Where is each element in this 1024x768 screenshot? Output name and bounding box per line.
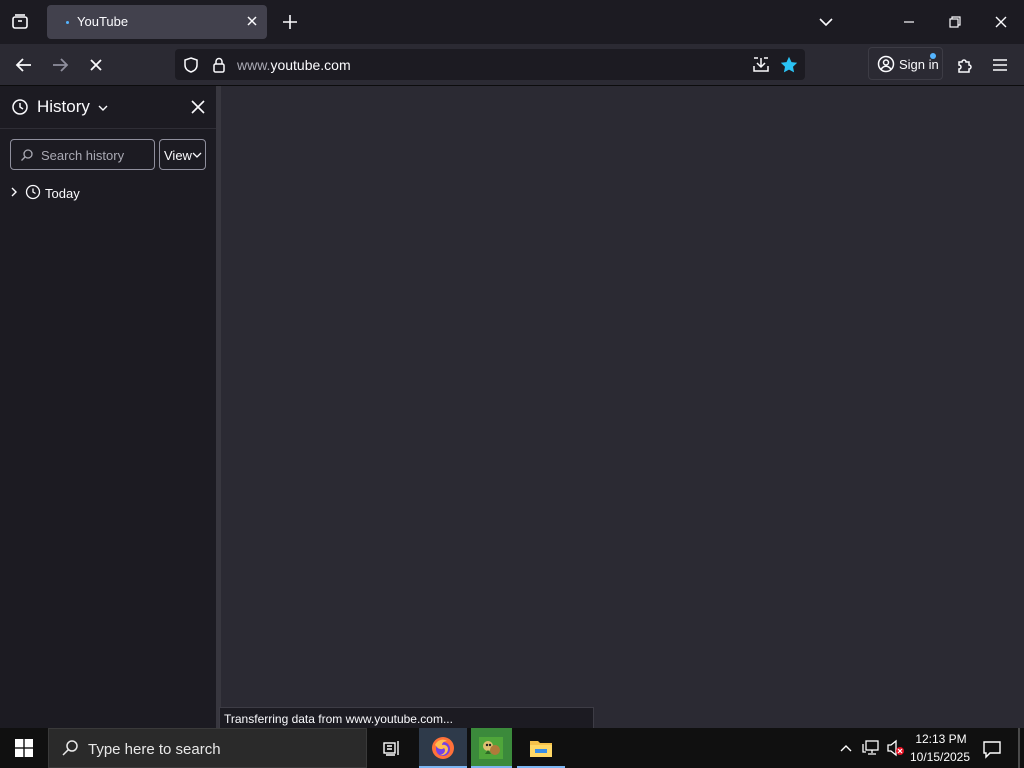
taskbar-game-app[interactable] — [471, 728, 512, 768]
chevron-down-icon — [192, 150, 202, 160]
clock-icon — [25, 184, 41, 200]
sidebar-title-dropdown[interactable]: History — [37, 97, 109, 117]
back-arrow-icon[interactable] — [14, 55, 34, 75]
sidebar-divider — [0, 128, 216, 129]
account-icon — [877, 55, 895, 73]
close-tab-icon[interactable] — [245, 14, 259, 28]
sidebar-title: History — [37, 97, 90, 116]
sign-in-button[interactable]: Sign in — [868, 47, 943, 80]
hamburger-menu-icon[interactable] — [990, 55, 1010, 75]
taskbar-search-placeholder: Type here to search — [88, 741, 221, 758]
list-tabs-chevron-icon[interactable] — [817, 13, 835, 31]
bookmark-star-icon[interactable] — [779, 55, 799, 75]
history-clock-icon — [11, 98, 29, 116]
stop-loading-icon[interactable] — [86, 55, 106, 75]
tracking-protection-shield-icon[interactable] — [182, 56, 200, 74]
view-button[interactable]: View — [159, 139, 206, 170]
chevron-down-icon — [97, 102, 109, 114]
minimize-icon[interactable] — [900, 13, 918, 31]
plant-game-icon — [479, 737, 503, 759]
notification-dot — [930, 53, 936, 59]
search-icon — [61, 739, 79, 757]
lock-icon[interactable] — [210, 56, 228, 74]
status-panel: Transferring data from www.youtube.com..… — [219, 707, 594, 728]
show-hidden-icons-chevron-icon[interactable] — [838, 740, 854, 756]
clock-time[interactable]: 12:13 PM — [910, 732, 972, 746]
taskbar-search-input[interactable]: Type here to search — [48, 728, 367, 768]
view-label: View — [164, 148, 192, 163]
firefox-icon — [431, 736, 455, 760]
tab-title: YouTube — [77, 14, 129, 29]
search-history-input[interactable]: Search history — [10, 139, 155, 170]
forward-arrow-icon[interactable] — [50, 55, 70, 75]
show-desktop-button[interactable] — [1018, 728, 1020, 768]
close-window-icon[interactable] — [992, 13, 1010, 31]
network-icon[interactable] — [862, 739, 880, 757]
windows-start-icon[interactable] — [15, 739, 33, 757]
clock-date[interactable]: 10/15/2025 — [906, 750, 974, 764]
taskbar-firefox[interactable] — [419, 728, 467, 768]
tab-overview-icon[interactable] — [10, 12, 30, 32]
tab-youtube[interactable]: YouTube — [47, 5, 267, 39]
volume-muted-icon[interactable] — [886, 739, 906, 757]
extensions-puzzle-icon[interactable] — [955, 55, 975, 75]
history-item-today[interactable]: Today — [0, 180, 216, 204]
restore-icon[interactable] — [946, 13, 964, 31]
search-placeholder: Search history — [41, 148, 125, 163]
new-tab-icon[interactable] — [281, 13, 299, 31]
url-domain: youtube.com — [270, 57, 351, 73]
url-text[interactable]: www.youtube.com — [237, 57, 351, 73]
url-prefix: www. — [237, 57, 271, 73]
status-text: Transferring data from www.youtube.com..… — [224, 712, 453, 726]
history-item-label: Today — [45, 186, 80, 201]
notification-center-icon[interactable] — [982, 739, 1002, 759]
task-view-icon[interactable] — [383, 739, 401, 757]
folder-icon — [529, 738, 553, 758]
taskbar-file-explorer[interactable] — [517, 728, 565, 768]
search-icon — [20, 148, 34, 162]
chevron-right-icon[interactable] — [9, 186, 19, 198]
sign-in-label: Sign in — [899, 57, 939, 72]
page-content[interactable] — [221, 86, 1024, 728]
save-to-pocket-icon[interactable] — [751, 55, 771, 75]
close-sidebar-icon[interactable] — [189, 98, 207, 116]
tab-loading-indicator — [66, 21, 69, 24]
